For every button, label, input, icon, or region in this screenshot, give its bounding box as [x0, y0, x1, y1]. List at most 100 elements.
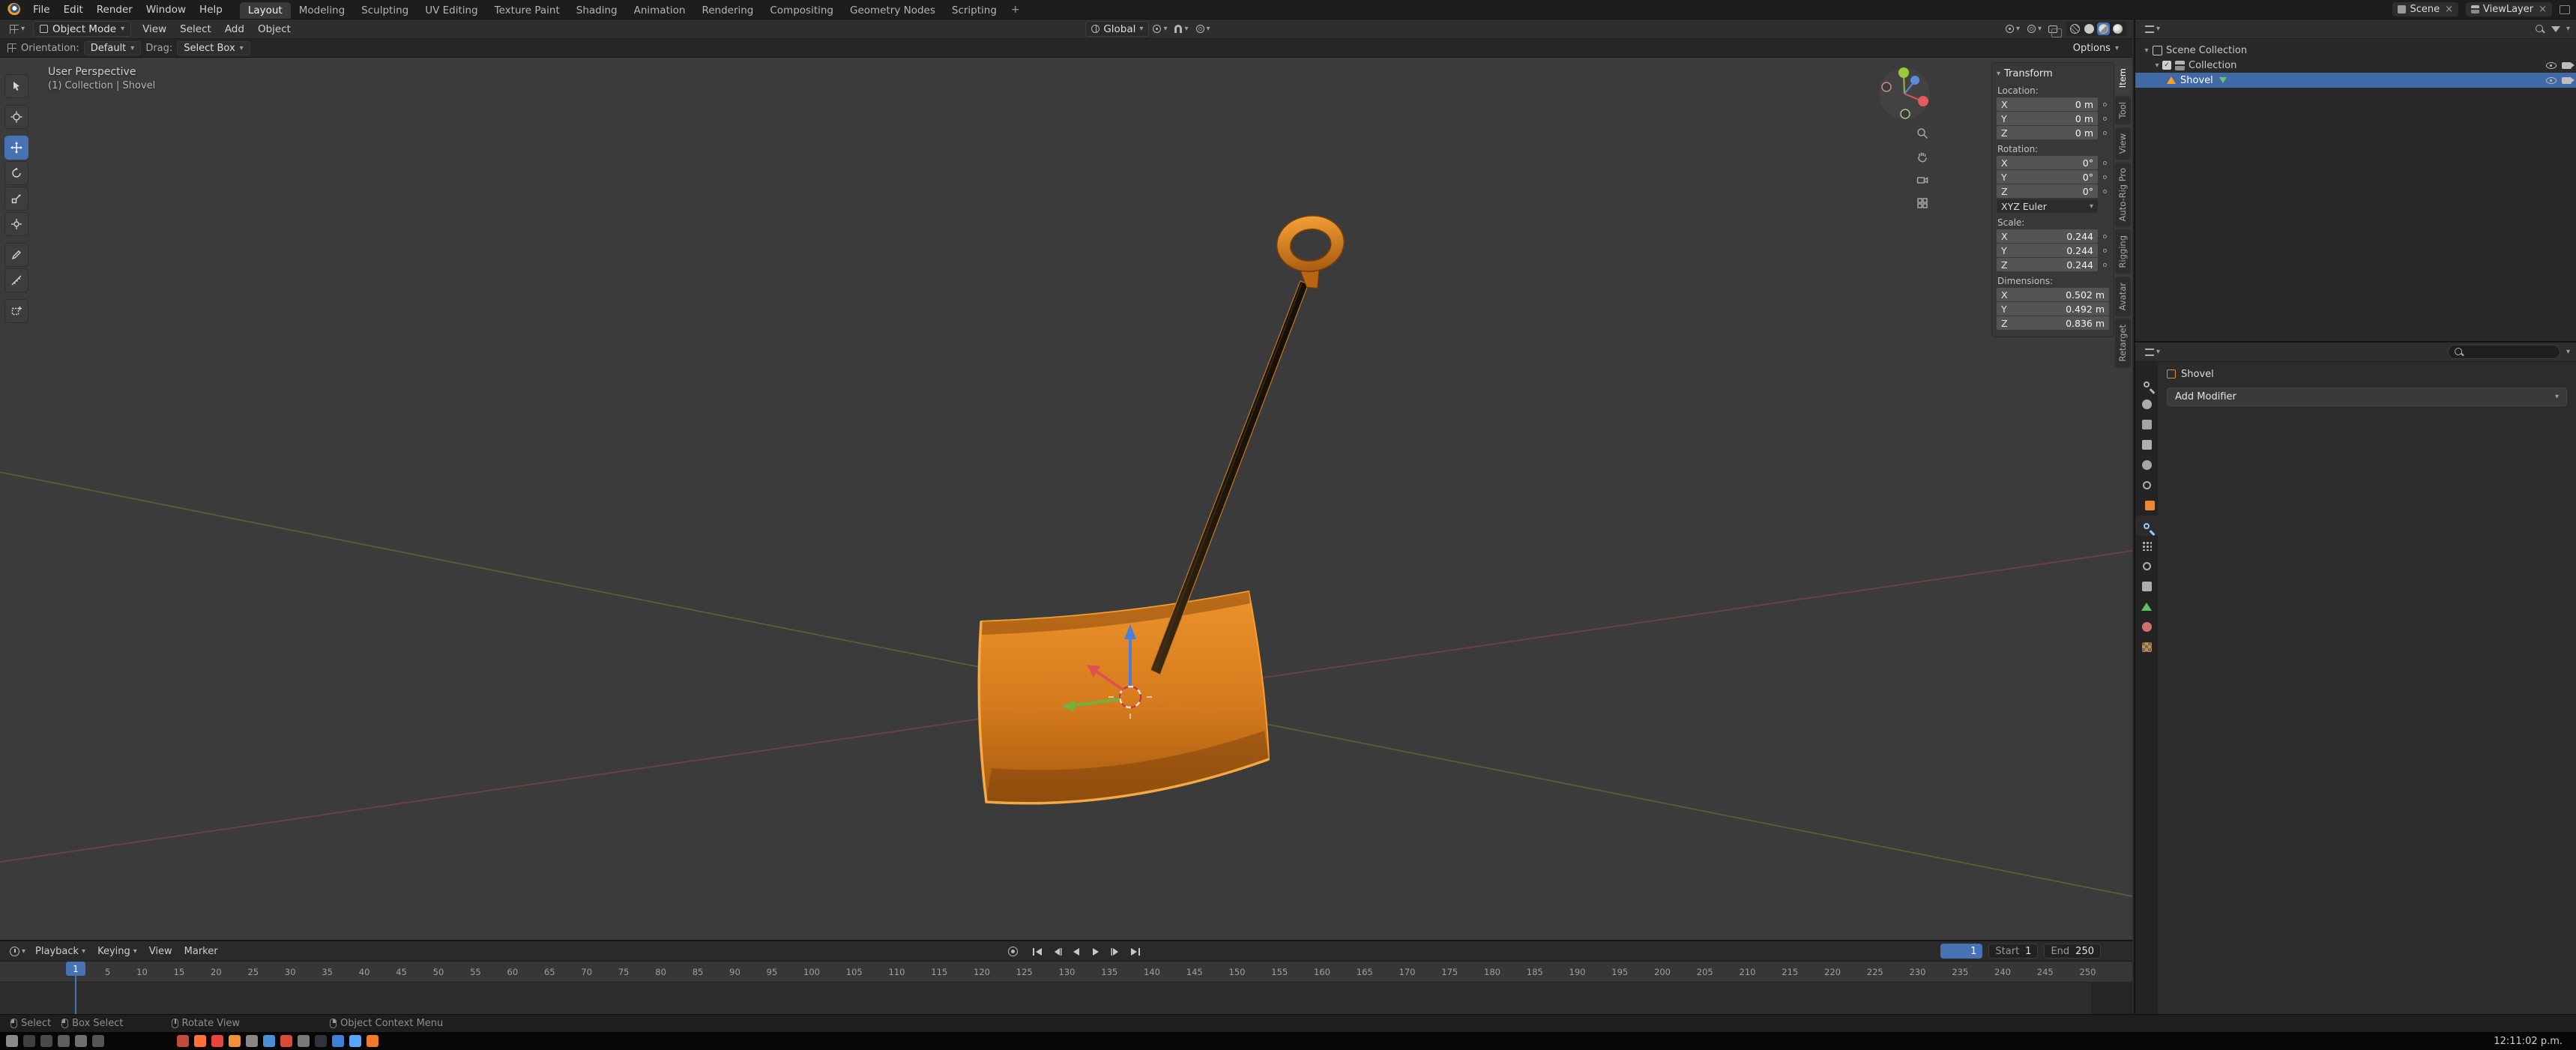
dimensions-z-field[interactable]: Z 0.836 m: [1997, 316, 2109, 330]
pan-hand-icon[interactable]: [1916, 150, 1929, 163]
animate-dot[interactable]: [2100, 130, 2109, 135]
properties-tab[interactable]: [2135, 597, 2158, 617]
drag-setting-dropdown[interactable]: Select Box ▾: [177, 40, 250, 55]
previous-keyframe-button[interactable]: [1049, 944, 1064, 959]
dimensions-y-field[interactable]: Y 0.492 m: [1997, 302, 2109, 316]
animate-dot[interactable]: [2100, 160, 2109, 165]
properties-tab[interactable]: [2135, 536, 2158, 556]
taskbar-app-icon[interactable]: [177, 1035, 189, 1047]
taskbar-app-icon[interactable]: [332, 1035, 344, 1047]
shading-rendered-button[interactable]: [2111, 22, 2124, 35]
tool-annotate-button[interactable]: [4, 243, 28, 267]
rotation-y-field[interactable]: Y 0°: [1997, 170, 2098, 184]
current-frame-field[interactable]: 1: [1940, 944, 1983, 959]
transform-orientation-dropdown[interactable]: Global ▾: [1085, 21, 1150, 37]
workspace-tab[interactable]: UV Editing: [417, 2, 486, 19]
taskbar-app-icon[interactable]: [40, 1035, 52, 1047]
properties-tab[interactable]: [2135, 516, 2158, 536]
collection-checkbox[interactable]: ✓: [2162, 61, 2171, 70]
shovel-blade[interactable]: [977, 590, 1270, 805]
blender-logo-icon[interactable]: [7, 3, 20, 16]
outliner-filter-icon[interactable]: [2551, 25, 2560, 32]
pivot-point-dropdown[interactable]: ▾: [1149, 21, 1171, 37]
dimensions-x-field[interactable]: X 0.502 m: [1997, 288, 2109, 301]
properties-options-icon[interactable]: ▾: [2566, 348, 2570, 356]
scale-x-field[interactable]: X 0.244: [1997, 229, 2098, 243]
timeline-body[interactable]: [0, 983, 2132, 1014]
properties-tab[interactable]: [2135, 637, 2158, 657]
outliner-row-shovel[interactable]: Shovel: [2135, 73, 2576, 88]
viewport-menu-item[interactable]: Select: [173, 21, 218, 37]
taskbar-app-icon[interactable]: [315, 1035, 327, 1047]
properties-editor-type-button[interactable]: ▾: [2141, 344, 2164, 360]
location-z-field[interactable]: Z0 m: [1997, 126, 2098, 139]
tool-rotate-button[interactable]: [4, 161, 28, 185]
breadcrumb-object-name[interactable]: Shovel: [2181, 369, 2214, 380]
auto-keyframe-toggle[interactable]: [1008, 947, 1018, 956]
location-y-field[interactable]: Y0 m: [1997, 112, 2098, 125]
taskbar-app-icon[interactable]: [280, 1035, 292, 1047]
3d-scene-canvas[interactable]: [0, 58, 2132, 940]
topbar-menu-item[interactable]: Edit: [57, 1, 90, 18]
add-workspace-button[interactable]: +: [1005, 4, 1026, 16]
properties-tab[interactable]: [2135, 394, 2158, 414]
n-panel-tab[interactable]: Retarget: [2115, 319, 2131, 368]
3d-viewport[interactable]: User Perspective (1) Collection | Shovel: [0, 58, 2132, 940]
timeline-view-menu[interactable]: View: [143, 946, 178, 957]
overlays-dropdown[interactable]: ▾: [2024, 21, 2045, 37]
playback-menu[interactable]: Playback ▾: [29, 946, 91, 957]
play-button[interactable]: [1088, 944, 1103, 959]
gizmo-y-neg-axis[interactable]: [1900, 109, 1910, 119]
viewport-menu-item[interactable]: Object: [251, 21, 298, 37]
n-panel-tab[interactable]: Item: [2115, 62, 2131, 94]
workspace-tab[interactable]: Geometry Nodes: [842, 2, 944, 19]
jump-to-end-button[interactable]: [1127, 944, 1142, 959]
workspace-tab[interactable]: Texture Paint: [486, 2, 568, 19]
hide-eye-icon[interactable]: [2546, 76, 2557, 84]
expander-icon[interactable]: ▾: [2141, 46, 2152, 55]
taskbar-app-icon[interactable]: [6, 1035, 18, 1047]
frame-end-field[interactable]: End 250: [2044, 944, 2101, 959]
keying-menu[interactable]: Keying ▾: [91, 946, 143, 957]
taskbar-app-icon[interactable]: [246, 1035, 258, 1047]
workspace-tab[interactable]: Compositing: [761, 2, 842, 19]
gizmo-x-axis[interactable]: [1918, 96, 1928, 106]
properties-tab[interactable]: [2135, 374, 2158, 394]
zoom-icon[interactable]: [1916, 127, 1929, 140]
gizmo-z-axis[interactable]: [1910, 76, 1919, 85]
scene-unlink-icon[interactable]: ×: [2445, 4, 2453, 15]
options-dropdown[interactable]: Options ▾: [2067, 41, 2125, 55]
rotation-mode-dropdown[interactable]: XYZ Euler ▾: [1997, 199, 2098, 213]
tool-cursor-button[interactable]: [4, 105, 28, 129]
shovel-grip[interactable]: [1273, 211, 1351, 293]
jump-to-start-button[interactable]: [1030, 944, 1045, 959]
properties-tab[interactable]: [2135, 414, 2158, 435]
hide-eye-icon[interactable]: [2546, 61, 2557, 69]
animate-dot[interactable]: [2100, 234, 2109, 238]
taskbar-app-icon[interactable]: [349, 1035, 361, 1047]
shading-wireframe-button[interactable]: [2069, 22, 2081, 35]
topbar-menu-item[interactable]: Render: [90, 1, 139, 18]
editor-type-button[interactable]: ▾: [6, 21, 28, 37]
shading-solid-button[interactable]: [2083, 22, 2096, 35]
timeline-editor-type-button[interactable]: ▾: [6, 943, 29, 959]
properties-tab[interactable]: [2135, 455, 2158, 475]
animate-dot[interactable]: [2100, 116, 2109, 121]
properties-tab[interactable]: [2141, 495, 2158, 516]
render-visibility-icon[interactable]: [2562, 61, 2575, 69]
taskbar-app-icon[interactable]: [58, 1035, 70, 1047]
camera-view-icon[interactable]: [1916, 173, 1929, 187]
outliner-filter-caret-icon[interactable]: ▾: [2566, 25, 2570, 33]
taskbar-app-icon[interactable]: [298, 1035, 310, 1047]
properties-search-input[interactable]: [2447, 345, 2560, 359]
navigation-gizmo[interactable]: [1876, 65, 1933, 122]
properties-tab[interactable]: [2135, 576, 2158, 597]
workspace-tab[interactable]: Scripting: [944, 2, 1005, 19]
proportional-editing-toggle[interactable]: ▾: [1192, 21, 1214, 37]
scale-y-field[interactable]: Y 0.244: [1997, 244, 2098, 257]
n-panel-tab[interactable]: View: [2115, 127, 2131, 160]
gizmo-y-axis[interactable]: [1898, 67, 1909, 78]
taskbar-app-icon[interactable]: [367, 1035, 378, 1047]
add-modifier-button[interactable]: Add Modifier ▾: [2167, 387, 2567, 406]
outliner-row-collection[interactable]: ▾ ✓ Collection: [2135, 58, 2576, 73]
